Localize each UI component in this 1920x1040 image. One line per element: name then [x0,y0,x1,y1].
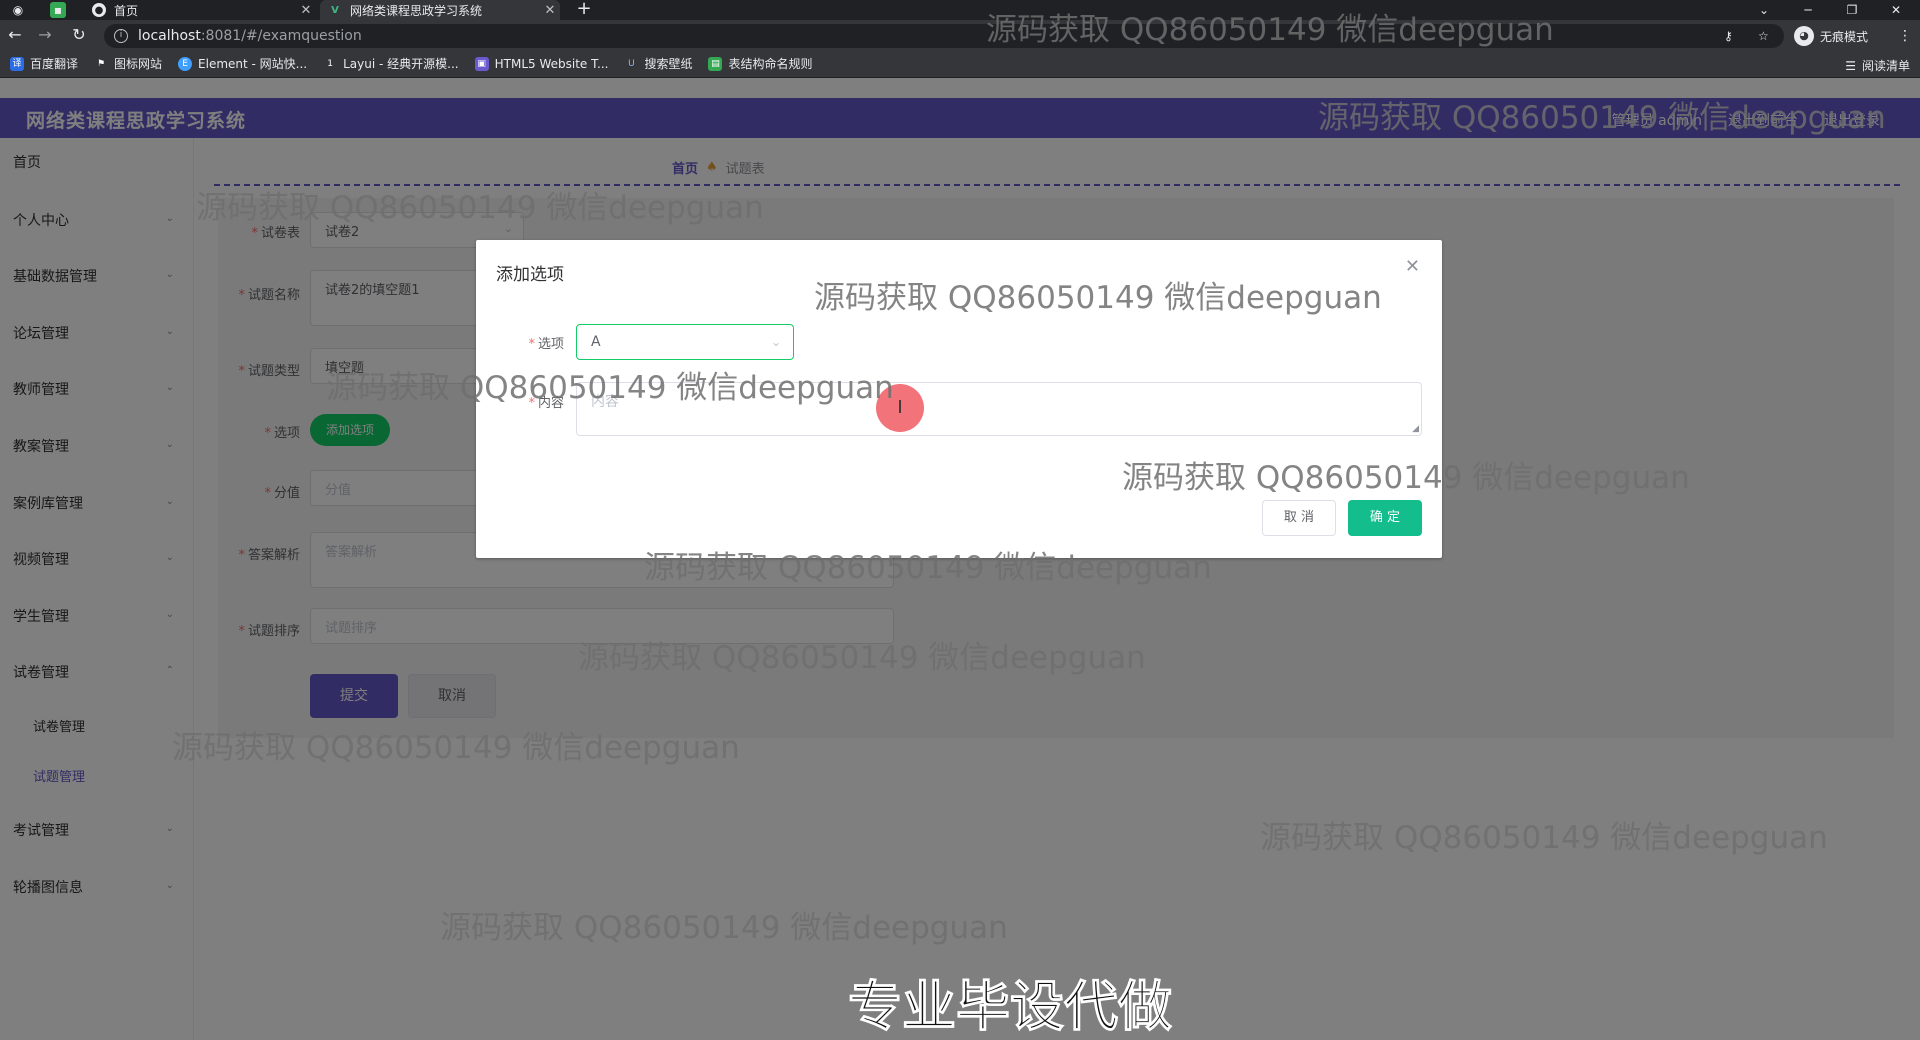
dialog-option-label: * 选项 [528,337,564,352]
dialog-cancel-button[interactable]: 取 消 [1262,500,1336,536]
incognito-indicator[interactable]: ◕ 无痕模式 [1794,24,1868,48]
incognito-icon: ◕ [1794,26,1814,46]
address-bar: ← → ↻ i localhost:8081/#/examquestion ⚷ … [0,20,1920,50]
incognito-label: 无痕模式 [1820,29,1869,44]
bookmark-icon-site[interactable]: ⚑ 图标网站 [94,55,162,72]
restore-icon[interactable]: ❐ [1830,0,1874,20]
layui-icon: 1 [327,58,333,69]
wallpaper-icon: U [628,58,635,69]
forward-icon[interactable]: → [36,26,54,44]
sheet-icon: ▤ [708,56,723,71]
bookmark-label: Element - 网站快... [198,57,308,71]
tab-title: 网络类课程思政学习系统 [350,3,483,18]
bookmark-label: 搜索壁纸 [644,57,693,71]
dialog-content-textarea[interactable]: 内容 ◢ [576,382,1422,436]
close-icon[interactable]: ✕ [296,3,316,18]
resize-handle-icon[interactable]: ◢ [1412,424,1419,434]
minimize-icon[interactable]: ─ [1786,0,1830,20]
bookmark-table-naming[interactable]: ▤ 表结构命名规则 [708,55,812,72]
bookmark-label: 图标网站 [114,57,163,71]
browser-tab-home[interactable]: ● 首页 ✕ [84,0,316,20]
dialog-option-value: A [591,334,601,350]
chevron-down-icon: ⌄ [770,335,781,349]
element-icon: E [178,56,193,71]
flag-icon: ⚑ [96,58,106,69]
vue-icon: V [331,4,339,16]
new-tab-button[interactable]: + [572,0,596,20]
browser-menu-icon[interactable]: ◉ [10,2,26,18]
star-icon[interactable]: ☆ [1758,24,1769,48]
reading-list-label: 阅读清单 [1861,59,1910,73]
back-icon[interactable]: ← [6,26,24,44]
bookmark-layui[interactable]: 1 Layui - 经典开源模... [323,55,458,72]
tab-list-icon[interactable]: ⌄ [1742,0,1786,20]
translate-icon: 译 [10,56,24,71]
more-icon[interactable]: ⋮ [1898,24,1912,48]
reading-list-button[interactable]: ☰ 阅读清单 [1845,57,1910,74]
dialog-content-placeholder: 内容 [591,394,619,410]
url-input[interactable]: i localhost:8081/#/examquestion [104,24,1784,48]
key-icon[interactable]: ⚷ [1724,24,1733,48]
cursor-click-indicator: I [876,384,924,432]
dialog-title: 添加选项 [496,265,564,285]
reload-icon[interactable]: ↻ [70,26,88,44]
html5-icon: ▣ [474,56,489,71]
tab-title: 首页 [114,3,139,18]
dialog-confirm-button[interactable]: 确 定 [1348,500,1422,536]
tab-search-icon[interactable]: ▪ [50,2,66,18]
add-option-dialog: 添加选项 ✕ * 选项 A ⌄ * 内容 内容 ◢ I 取 消 确 定 [476,240,1442,558]
site-icon: ● [92,3,106,17]
bookmark-label: HTML5 Website T... [494,56,609,71]
browser-tab-bar: ◉ ▪ ● 首页 ✕ V 网络类课程思政学习系统 ✕ + ⌄ ─ ❐ ✕ [0,0,1920,20]
window-close-icon[interactable]: ✕ [1874,0,1918,20]
url-text: localhost:8081/#/examquestion [138,28,362,44]
bookmark-wallpaper[interactable]: U 搜索壁纸 [624,55,692,72]
dialog-option-select[interactable]: A ⌄ [576,324,794,360]
dialog-content-label: * 内容 [528,396,564,411]
bookmark-label: 表结构命名规则 [728,57,813,71]
bookmark-html5[interactable]: ▣ HTML5 Website T... [474,56,609,71]
close-icon[interactable]: ✕ [1405,256,1420,277]
info-icon[interactable]: i [114,29,128,43]
browser-tab-app[interactable]: V 网络类课程思政学习系统 ✕ [320,0,560,20]
reading-list-icon: ☰ [1845,58,1856,73]
modal-overlay[interactable] [0,78,1920,1040]
bookmark-label: 百度翻译 [30,57,79,71]
bookmark-label: Layui - 经典开源模... [343,57,459,71]
bookmarks-bar: 译百度翻译 ⚑ 图标网站 E Element - 网站快... 1 Layui - 经… [0,50,1920,78]
bookmark-element[interactable]: E Element - 网站快... [178,55,307,72]
close-icon[interactable]: ✕ [540,3,560,18]
bookmark-baidu-translate[interactable]: 译百度翻译 [10,55,78,72]
video-caption: 专业毕设代做 [848,975,1173,1039]
